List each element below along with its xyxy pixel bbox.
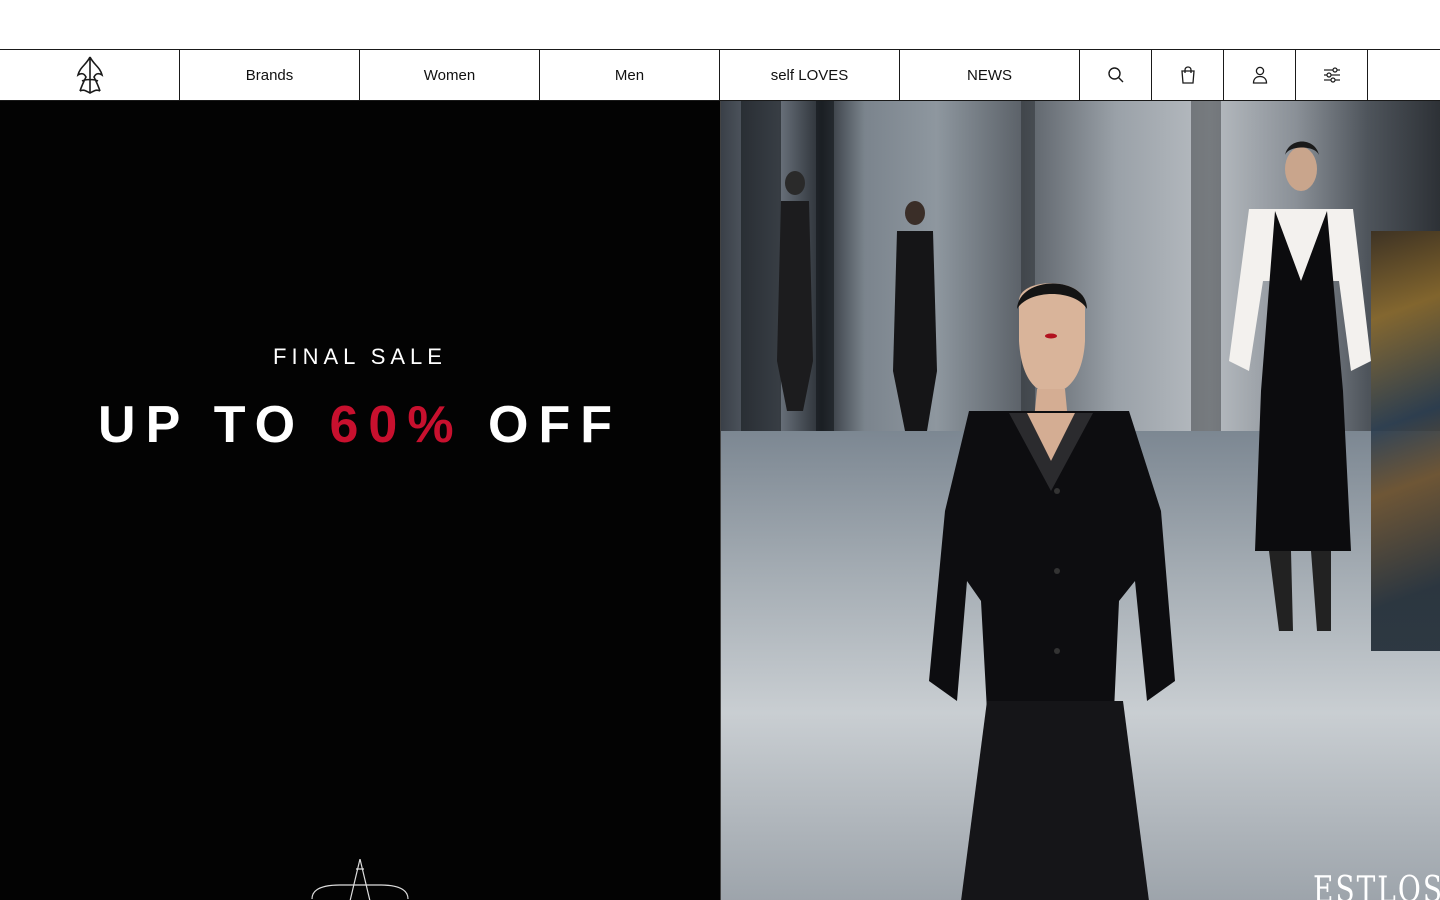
- sale-panel[interactable]: FINAL SALE UP TO 60% OFF: [0, 101, 720, 900]
- runway-photo[interactable]: ESTLOS: [720, 101, 1440, 900]
- search-button[interactable]: [1080, 50, 1152, 100]
- headline-pre: UP TO: [98, 396, 330, 454]
- user-icon: [1252, 66, 1267, 84]
- nav-link-self-loves[interactable]: self LOVES: [720, 50, 900, 100]
- nav-link-news[interactable]: NEWS: [900, 50, 1080, 100]
- background-model-figure: [777, 171, 813, 411]
- sliders-icon: [1323, 67, 1340, 83]
- hero-banner[interactable]: FINAL SALE UP TO 60% OFF ESTLOS: [0, 101, 1440, 900]
- top-banner-area: [0, 0, 1440, 49]
- headline-post: OFF: [463, 396, 622, 454]
- headline-discount: 60%: [329, 396, 464, 454]
- cart-button[interactable]: [1152, 50, 1224, 100]
- fleur-logo-icon: [76, 56, 103, 94]
- brand-crest-icon: [311, 859, 409, 900]
- site-logo[interactable]: [0, 50, 180, 100]
- main-navigation: Brands Women Men self LOVES NEWS: [0, 49, 1440, 101]
- account-button[interactable]: [1224, 50, 1296, 100]
- filter-button[interactable]: [1296, 50, 1368, 100]
- bag-icon: [1180, 66, 1195, 84]
- photo-watermark: ESTLOS: [1313, 868, 1440, 900]
- nav-link-brands[interactable]: Brands: [180, 50, 360, 100]
- search-icon: [1107, 67, 1123, 83]
- sale-kicker: FINAL SALE: [273, 344, 447, 369]
- sale-headline: UP TO 60% OFF: [0, 395, 720, 455]
- featured-model-figure: [929, 283, 1175, 900]
- nav-link-women[interactable]: Women: [360, 50, 540, 100]
- nav-link-men[interactable]: Men: [540, 50, 720, 100]
